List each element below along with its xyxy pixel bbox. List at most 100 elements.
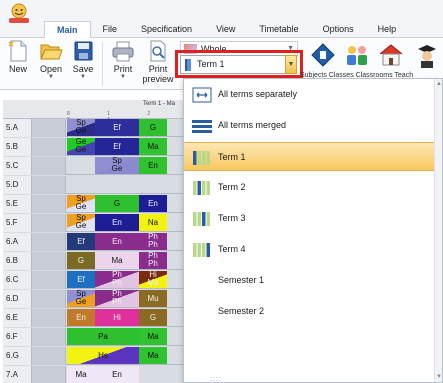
lesson-card[interactable]: Ef: [67, 271, 95, 288]
classrooms-icon[interactable]: [378, 42, 404, 68]
lesson-card[interactable]: Hi: [95, 309, 139, 326]
lesson-card[interactable]: G: [95, 195, 139, 212]
lesson-card[interactable]: Pa: [67, 328, 139, 345]
empty-period-cell[interactable]: [32, 157, 66, 175]
lesson-card[interactable]: G: [67, 252, 95, 269]
class-label[interactable]: 6.A: [3, 233, 32, 251]
empty-period-cell[interactable]: [32, 138, 66, 156]
class-label[interactable]: 5.E: [3, 195, 32, 213]
lesson-subject-second: Ge: [75, 126, 87, 135]
print-preview-button[interactable]: Print preview: [141, 40, 175, 84]
lesson-card[interactable]: Ph Ph: [139, 252, 167, 269]
dropdown-option[interactable]: Term 3: [184, 204, 436, 233]
empty-period-cell[interactable]: [32, 328, 66, 346]
class-label[interactable]: 6.E: [3, 309, 32, 327]
empty-period-cell[interactable]: [32, 233, 66, 251]
lesson-subject-second: Ge: [111, 164, 123, 173]
app-logo-icon[interactable]: [6, 2, 32, 24]
lesson-card[interactable]: Ph Ph: [95, 271, 139, 288]
class-label[interactable]: 5.D: [3, 176, 32, 194]
empty-period-cell[interactable]: [32, 347, 66, 365]
empty-period-cell[interactable]: [32, 309, 66, 327]
lesson-card[interactable]: En: [139, 195, 167, 212]
lesson-card[interactable]: Ma: [139, 138, 167, 155]
dropdown-option[interactable]: Term 2: [184, 173, 436, 202]
lesson-card[interactable]: Mu: [139, 290, 167, 307]
tab-help[interactable]: Help: [366, 21, 409, 38]
lesson-card[interactable]: Sp Ge: [67, 290, 95, 307]
lesson-card[interactable]: Ef: [95, 119, 139, 136]
lesson-card[interactable]: En: [95, 233, 139, 250]
empty-period-cell[interactable]: [32, 252, 66, 270]
scroll-up-icon[interactable]: ▲: [436, 81, 442, 87]
class-label[interactable]: 5.B: [3, 138, 32, 156]
lesson-card[interactable]: Ph Ph: [95, 290, 139, 307]
lesson-card[interactable]: Ma: [139, 347, 167, 364]
tab-main[interactable]: Main: [44, 21, 91, 38]
dropdown-option[interactable]: Term 1: [184, 142, 436, 171]
dropdown-option[interactable]: Semester 2: [184, 297, 436, 326]
class-label[interactable]: 5.C: [3, 157, 32, 175]
empty-period-cell[interactable]: [32, 176, 66, 194]
lesson-card[interactable]: En: [95, 366, 139, 383]
empty-period-cell[interactable]: [32, 195, 66, 213]
class-label[interactable]: 6.G: [3, 347, 32, 365]
class-label[interactable]: 5.F: [3, 214, 32, 232]
dropdown-option[interactable]: Term 4: [184, 235, 436, 264]
lesson-card[interactable]: G: [139, 309, 167, 326]
lesson-card[interactable]: Ma: [67, 366, 95, 383]
save-dropdown-arrow-icon[interactable]: ▼: [68, 74, 98, 80]
lesson-card[interactable]: Ma: [139, 328, 167, 345]
lesson-card[interactable]: Hs: [67, 347, 139, 364]
subjects-icon[interactable]: [310, 42, 336, 68]
dropdown-option[interactable]: Semester 1: [184, 266, 436, 295]
open-button[interactable]: Open ▼: [36, 40, 66, 80]
class-label[interactable]: 5.A: [3, 119, 32, 137]
class-label[interactable]: 6.B: [3, 252, 32, 270]
open-dropdown-arrow-icon[interactable]: ▼: [36, 74, 66, 80]
dropdown-option[interactable]: All terms merged: [184, 111, 436, 140]
timetable-grid[interactable]: Term 1 - Ma 8 1 2 3 4 5.ASpGeEfG5.BGeGeE…: [3, 100, 183, 383]
class-label[interactable]: 6.F: [3, 328, 32, 346]
empty-period-cell[interactable]: [32, 366, 66, 383]
save-button[interactable]: Save ▼: [68, 40, 98, 80]
grid-row: 6.C Ef Ph Ph Hi Ma: [3, 271, 183, 289]
dropdown-scrollbar[interactable]: ▲ ▼: [434, 79, 442, 382]
lesson-card[interactable]: En: [67, 309, 95, 326]
lesson-card[interactable]: Sp Ge: [95, 157, 139, 174]
lesson-card[interactable]: Sp Ge: [67, 119, 95, 136]
lesson-card[interactable]: Ph Ph: [139, 233, 167, 250]
scroll-down-icon[interactable]: ▼: [436, 374, 442, 380]
empty-period-cell[interactable]: [32, 214, 66, 232]
new-button[interactable]: New: [3, 40, 33, 74]
empty-period-cell[interactable]: [32, 290, 66, 308]
lesson-card[interactable]: Sp Ge: [67, 195, 95, 212]
lesson-card[interactable]: Ef: [95, 138, 139, 155]
classes-icon[interactable]: [344, 42, 370, 68]
lesson-card[interactable]: G: [139, 119, 167, 136]
class-label[interactable]: 6.C: [3, 271, 32, 289]
lesson-card[interactable]: En: [139, 157, 167, 174]
class-label[interactable]: 6.D: [3, 290, 32, 308]
empty-period-cell[interactable]: [32, 119, 66, 137]
lesson-card[interactable]: En: [95, 214, 139, 231]
tab-view[interactable]: View: [204, 21, 247, 38]
tab-file[interactable]: File: [91, 21, 130, 38]
resize-grip-icon[interactable]: ::::: [210, 376, 222, 383]
dropdown-option[interactable]: All terms separately: [184, 80, 436, 109]
lesson-card[interactable]: Sp Ge: [67, 214, 95, 231]
print-dropdown-arrow-icon[interactable]: ▼: [107, 74, 139, 80]
empty-period-cell[interactable]: [32, 271, 66, 289]
lesson-card[interactable]: Na: [139, 214, 167, 231]
term-dropdown-list[interactable]: All terms separately All terms merged Term…: [183, 78, 443, 383]
tab-specification[interactable]: Specification: [129, 21, 204, 38]
teachers-icon[interactable]: [414, 42, 440, 68]
tab-timetable[interactable]: Timetable: [247, 21, 310, 38]
lesson-card[interactable]: Ef: [67, 233, 95, 250]
lesson-card[interactable]: Hi Ma: [139, 271, 167, 288]
lesson-card[interactable]: Ma: [95, 252, 139, 269]
print-button[interactable]: Print ▼: [107, 40, 139, 80]
class-label[interactable]: 7.A: [3, 366, 32, 383]
lesson-card[interactable]: Ge Ge: [67, 138, 95, 155]
tab-options[interactable]: Options: [311, 21, 366, 38]
